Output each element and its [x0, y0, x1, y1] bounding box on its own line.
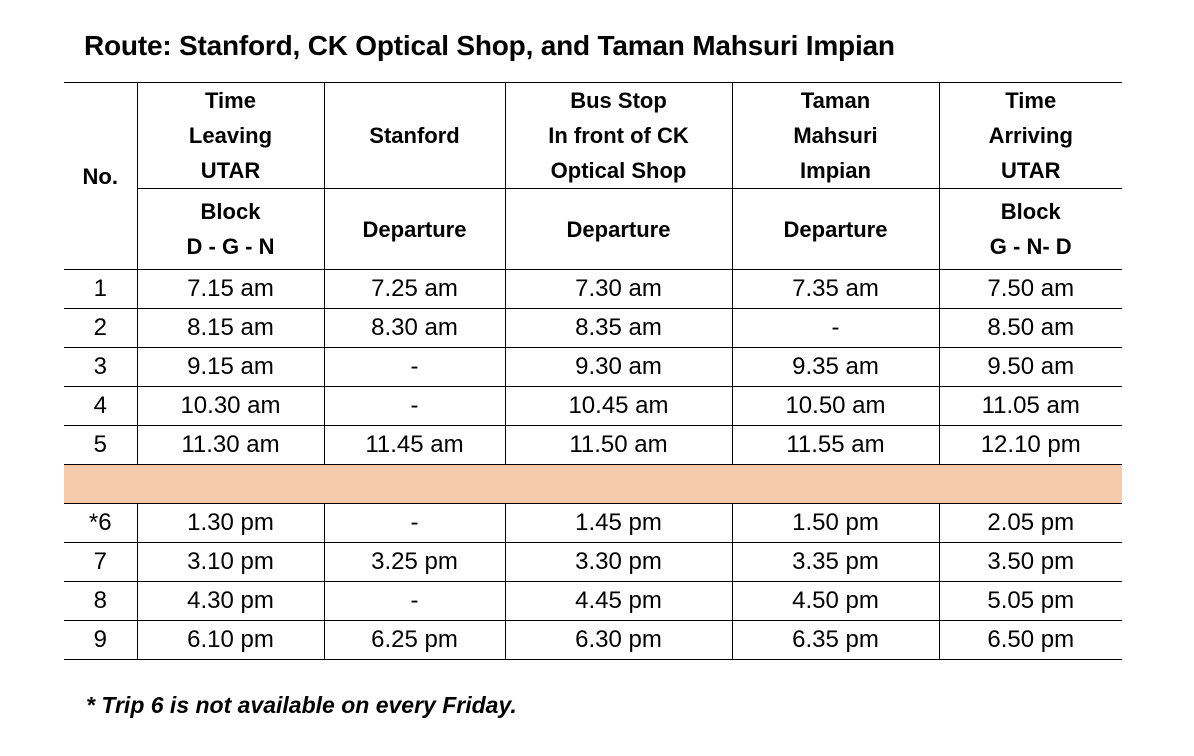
- time-cell: 6.30 pm: [504, 620, 733, 660]
- table-row: 7 3.10 pm 3.25 pm 3.30 pm 3.35 pm 3.50 p…: [64, 542, 1122, 582]
- time-cell: 10.50 am: [731, 386, 940, 426]
- time-cell: 6.25 pm: [323, 620, 506, 660]
- time-cell: 9.50 am: [938, 347, 1122, 387]
- header-no: No.: [64, 82, 138, 270]
- time-cell: 6.35 pm: [731, 620, 940, 660]
- trip-number: 5: [64, 425, 138, 465]
- time-cell: 2.05 pm: [938, 503, 1122, 543]
- table-row: 5 11.30 am 11.45 am 11.50 am 11.55 am 12…: [64, 425, 1122, 465]
- trip-number: *6: [64, 503, 138, 543]
- time-cell: 8.50 am: [938, 308, 1122, 348]
- time-cell: 9.15 am: [136, 347, 325, 387]
- subheader-departure: Departure: [504, 188, 733, 270]
- trip-number: 1: [64, 269, 138, 309]
- time-cell: 11.50 am: [504, 425, 733, 465]
- time-cell: 7.35 am: [731, 269, 940, 309]
- time-cell: 3.25 pm: [323, 542, 506, 582]
- header-bus-stop: Bus Stop In front of CK Optical Shop: [504, 82, 733, 189]
- time-cell: -: [323, 347, 506, 387]
- time-cell: 4.50 pm: [731, 581, 940, 621]
- time-cell: 9.35 am: [731, 347, 940, 387]
- time-cell: 8.15 am: [136, 308, 325, 348]
- time-cell: 7.25 am: [323, 269, 506, 309]
- time-cell: 11.05 am: [938, 386, 1122, 426]
- subheader-block-leaving: Block D - G - N: [137, 188, 325, 270]
- footnote: * Trip 6 is not available on every Frida…: [86, 692, 517, 718]
- time-cell: 1.30 pm: [136, 503, 325, 543]
- time-cell: 5.05 pm: [938, 581, 1122, 621]
- time-cell: 7.15 am: [136, 269, 325, 309]
- time-cell: 8.30 am: [323, 308, 506, 348]
- break-band: [64, 464, 1122, 504]
- header-taman-mahsuri: Taman Mahsuri Impian: [731, 82, 940, 189]
- time-cell: 11.55 am: [731, 425, 940, 465]
- header-time-leaving: Time Leaving UTAR: [136, 82, 325, 189]
- page-title: Route: Stanford, CK Optical Shop, and Ta…: [84, 30, 895, 61]
- table-row: 3 9.15 am - 9.30 am 9.35 am 9.50 am: [64, 347, 1122, 387]
- subheader-block-arriving: Block G - N- D: [938, 188, 1122, 270]
- table-row: 1 7.15 am 7.25 am 7.30 am 7.35 am 7.50 a…: [64, 269, 1122, 309]
- time-cell: -: [323, 581, 506, 621]
- time-cell: 4.30 pm: [136, 581, 325, 621]
- time-cell: 9.30 am: [504, 347, 733, 387]
- time-cell: 11.30 am: [136, 425, 325, 465]
- time-cell: 3.50 pm: [938, 542, 1122, 582]
- time-cell: 3.35 pm: [731, 542, 940, 582]
- time-cell: -: [323, 386, 506, 426]
- lunch-break-row: [64, 464, 1122, 504]
- time-cell: -: [323, 503, 506, 543]
- bus-schedule-table: No. Time Leaving UTAR Stanford Bus Stop …: [64, 82, 1122, 660]
- trip-number: 4: [64, 386, 138, 426]
- time-cell: 10.30 am: [136, 386, 325, 426]
- time-cell: 8.35 am: [504, 308, 733, 348]
- table-row: 8 4.30 pm - 4.45 pm 4.50 pm 5.05 pm: [64, 581, 1122, 621]
- trip-number: 3: [64, 347, 138, 387]
- time-cell: 12.10 pm: [938, 425, 1122, 465]
- trip-number: 7: [64, 542, 138, 582]
- time-cell: 1.50 pm: [731, 503, 940, 543]
- header-stanford: Stanford: [323, 82, 506, 189]
- header-time-arriving: Time Arriving UTAR: [938, 82, 1122, 189]
- time-cell: 6.10 pm: [136, 620, 325, 660]
- time-cell: 10.45 am: [504, 386, 733, 426]
- table-row: *6 1.30 pm - 1.45 pm 1.50 pm 2.05 pm: [64, 503, 1122, 543]
- table-row: 2 8.15 am 8.30 am 8.35 am - 8.50 am: [64, 308, 1122, 348]
- time-cell: 7.30 am: [504, 269, 733, 309]
- trip-number: 8: [64, 581, 138, 621]
- time-cell: 11.45 am: [323, 425, 506, 465]
- time-cell: 4.45 pm: [504, 581, 733, 621]
- table-row: 4 10.30 am - 10.45 am 10.50 am 11.05 am: [64, 386, 1122, 426]
- subheader-departure: Departure: [323, 188, 506, 270]
- time-cell: 6.50 pm: [938, 620, 1122, 660]
- time-cell: 3.10 pm: [136, 542, 325, 582]
- time-cell: 1.45 pm: [504, 503, 733, 543]
- table-row: 9 6.10 pm 6.25 pm 6.30 pm 6.35 pm 6.50 p…: [64, 620, 1122, 660]
- time-cell: 7.50 am: [938, 269, 1122, 309]
- trip-number: 2: [64, 308, 138, 348]
- subheader-departure: Departure: [731, 188, 940, 270]
- trip-number: 9: [64, 620, 138, 660]
- time-cell: -: [731, 308, 940, 348]
- time-cell: 3.30 pm: [504, 542, 733, 582]
